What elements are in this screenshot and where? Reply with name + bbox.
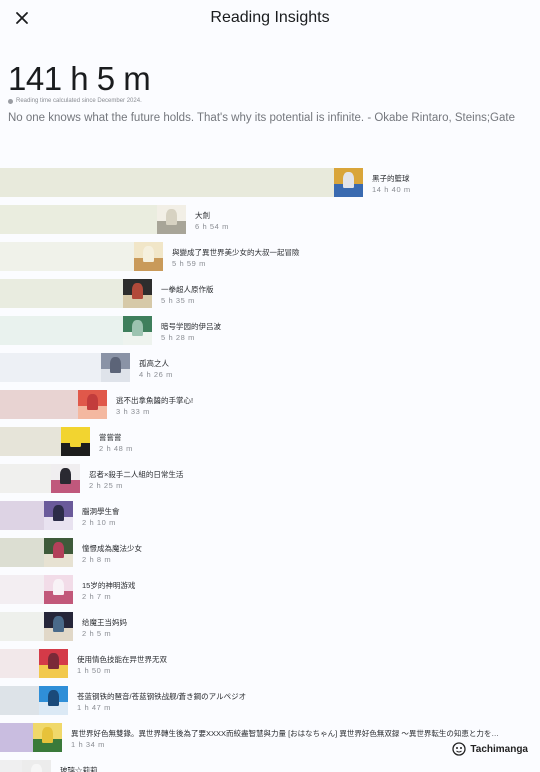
manga-cover[interactable] bbox=[101, 353, 130, 382]
manga-cover[interactable] bbox=[157, 205, 186, 234]
manga-reading-time: 2 h 10 m bbox=[82, 518, 116, 527]
reading-time-bar bbox=[0, 242, 134, 271]
manga-row[interactable]: 苍蓝钢铁的琶音/苍蓝钢铁战舰/蒼き鋼のアルペジオ 1 h 47 m bbox=[0, 682, 540, 719]
manga-row[interactable]: 逃不出拿魚醬的手掌心! 3 h 33 m bbox=[0, 386, 540, 423]
manga-reading-time: 5 h 28 m bbox=[161, 333, 195, 342]
manga-reading-time: 2 h 8 m bbox=[82, 555, 112, 564]
manga-title: 玻璃☆莉莉 bbox=[60, 766, 98, 772]
manga-title: 给魔王当妈妈 bbox=[82, 618, 127, 627]
manga-cover[interactable] bbox=[44, 538, 73, 567]
manga-reading-time: 1 h 34 m bbox=[71, 740, 105, 749]
manga-title: 孤高之人 bbox=[139, 359, 169, 368]
header: Reading Insights bbox=[0, 0, 540, 40]
reading-time-bar bbox=[0, 464, 51, 493]
manga-title: 憧憬成為魔法少女 bbox=[82, 544, 142, 553]
total-reading-time: 141 h 5 m bbox=[8, 60, 151, 97]
manga-cover[interactable] bbox=[123, 316, 152, 345]
manga-cover[interactable] bbox=[78, 390, 107, 419]
manga-reading-time: 5 h 35 m bbox=[161, 296, 195, 305]
brand: Tachimanga bbox=[449, 741, 528, 757]
brand-name: Tachimanga bbox=[470, 743, 528, 755]
manga-cover[interactable] bbox=[39, 649, 68, 678]
manga-reading-time: 4 h 26 m bbox=[139, 370, 173, 379]
manga-title: 暗号学园的伊吕波 bbox=[161, 322, 221, 331]
manga-reading-time: 3 h 33 m bbox=[116, 407, 150, 416]
reading-time-bar bbox=[0, 760, 22, 772]
reading-time-bar bbox=[0, 575, 44, 604]
manga-reading-time: 5 h 59 m bbox=[172, 259, 206, 268]
reading-time-bar bbox=[0, 612, 44, 641]
reading-time-bar bbox=[0, 723, 33, 752]
tachimanga-logo-icon bbox=[452, 742, 467, 756]
manga-reading-time: 2 h 5 m bbox=[82, 629, 112, 638]
manga-row[interactable]: 使用情色技能在异世界无双 1 h 50 m bbox=[0, 645, 540, 682]
reading-time-bar bbox=[0, 427, 61, 456]
reading-time-bar bbox=[0, 205, 157, 234]
reading-time-bar bbox=[0, 168, 334, 197]
manga-cover[interactable] bbox=[123, 279, 152, 308]
manga-title: 15岁的神明游戏 bbox=[82, 581, 136, 590]
manga-reading-time: 2 h 25 m bbox=[89, 481, 123, 490]
manga-cover[interactable] bbox=[334, 168, 363, 197]
quote: No one knows what the future holds. That… bbox=[8, 112, 515, 124]
manga-cover[interactable] bbox=[39, 686, 68, 715]
manga-cover[interactable] bbox=[33, 723, 62, 752]
since-note: Reading time calculated since December 2… bbox=[8, 98, 142, 104]
reading-time-bar bbox=[0, 649, 39, 678]
since-text: Reading time calculated since December 2… bbox=[16, 98, 142, 104]
manga-row[interactable]: 15岁的神明游戏 2 h 7 m bbox=[0, 571, 540, 608]
reading-time-bar bbox=[0, 353, 101, 382]
manga-row[interactable]: 與變成了異世界美少女的大叔一起冒險 5 h 59 m bbox=[0, 238, 540, 275]
manga-row[interactable]: 玻璃☆莉莉 bbox=[0, 756, 540, 772]
manga-title: 忍者×殺手二人組的日常生活 bbox=[89, 470, 184, 479]
manga-row[interactable]: 给魔王当妈妈 2 h 5 m bbox=[0, 608, 540, 645]
reading-time-bar bbox=[0, 279, 123, 308]
manga-row[interactable]: 一拳超人原作版 5 h 35 m bbox=[0, 275, 540, 312]
manga-reading-time: 1 h 50 m bbox=[77, 666, 111, 675]
manga-row[interactable]: 嘗嘗嘗 2 h 48 m bbox=[0, 423, 540, 460]
info-dot-icon bbox=[8, 98, 13, 104]
manga-row[interactable]: 忍者×殺手二人組的日常生活 2 h 25 m bbox=[0, 460, 540, 497]
manga-cover[interactable] bbox=[61, 427, 90, 456]
manga-reading-time: 2 h 48 m bbox=[99, 444, 133, 453]
manga-title: 一拳超人原作版 bbox=[161, 285, 214, 294]
manga-cover[interactable] bbox=[44, 501, 73, 530]
manga-row[interactable]: 暗号学园的伊吕波 5 h 28 m bbox=[0, 312, 540, 349]
manga-cover[interactable] bbox=[134, 242, 163, 271]
manga-row[interactable]: 大劍 6 h 54 m bbox=[0, 201, 540, 238]
reading-time-bar bbox=[0, 390, 78, 419]
manga-row[interactable]: 黑子的籃球 14 h 40 m bbox=[0, 164, 540, 201]
manga-cover[interactable] bbox=[44, 612, 73, 641]
manga-reading-time: 2 h 7 m bbox=[82, 592, 112, 601]
manga-cover[interactable] bbox=[44, 575, 73, 604]
manga-reading-time: 14 h 40 m bbox=[372, 185, 411, 194]
manga-reading-time: 6 h 54 m bbox=[195, 222, 229, 231]
manga-title: 黑子的籃球 bbox=[372, 174, 410, 183]
manga-row[interactable]: 腦洞學生會 2 h 10 m bbox=[0, 497, 540, 534]
manga-reading-time: 1 h 47 m bbox=[77, 703, 111, 712]
manga-row[interactable]: 憧憬成為魔法少女 2 h 8 m bbox=[0, 534, 540, 571]
manga-title: 腦洞學生會 bbox=[82, 507, 120, 516]
manga-cover[interactable] bbox=[51, 464, 80, 493]
reading-time-bar bbox=[0, 501, 44, 530]
manga-title: 嘗嘗嘗 bbox=[99, 433, 122, 442]
manga-title: 苍蓝钢铁的琶音/苍蓝钢铁战舰/蒼き鋼のアルペジオ bbox=[77, 692, 247, 701]
manga-title: 與變成了異世界美少女的大叔一起冒險 bbox=[172, 248, 300, 257]
manga-title: 逃不出拿魚醬的手掌心! bbox=[116, 396, 194, 405]
manga-cover[interactable] bbox=[22, 760, 51, 772]
reading-time-bar bbox=[0, 316, 123, 345]
reading-time-bar bbox=[0, 686, 39, 715]
manga-title: 使用情色技能在异世界无双 bbox=[77, 655, 167, 664]
manga-title: 異世界好色無雙錄。異世界轉生後為了要XXXX而絞盡智慧與力量 [おはなちゃん] … bbox=[71, 729, 499, 738]
manga-row[interactable]: 孤高之人 4 h 26 m bbox=[0, 349, 540, 386]
reading-time-bar bbox=[0, 538, 44, 567]
page-title: Reading Insights bbox=[210, 9, 330, 26]
manga-title: 大劍 bbox=[195, 211, 210, 220]
